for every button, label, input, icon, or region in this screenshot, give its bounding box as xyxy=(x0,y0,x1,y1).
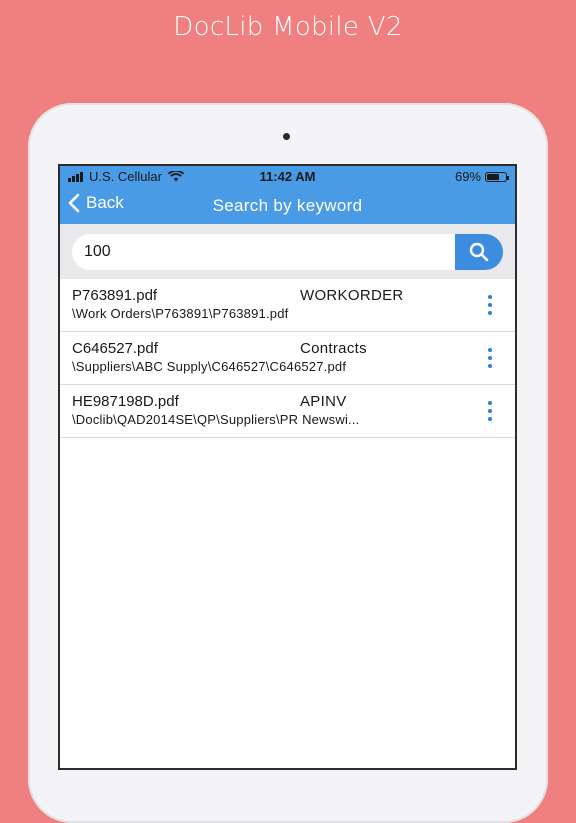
file-path: \Suppliers\ABC Supply\C646527\C646527.pd… xyxy=(72,359,347,374)
nav-bar: Back Search by keyword xyxy=(60,188,515,224)
status-time: 11:42 AM xyxy=(259,169,316,184)
battery-level xyxy=(487,173,500,180)
file-path: \Doclib\QAD2014SE\QP\Suppliers\PR Newswi… xyxy=(72,412,360,427)
battery-icon xyxy=(485,171,509,182)
more-vertical-icon[interactable] xyxy=(485,295,495,315)
file-name: P763891.pdf xyxy=(72,287,158,304)
search-icon xyxy=(469,242,489,262)
search-input[interactable] xyxy=(72,234,472,270)
app-screen: U.S. Cellular 11:42 AM 69% Back Search b… xyxy=(60,166,515,768)
promo-title: DocLib Mobile V2 xyxy=(173,12,403,42)
results-list: P763891.pdf WORKORDER \Work Orders\P7638… xyxy=(60,279,515,438)
status-bar: U.S. Cellular 11:42 AM 69% xyxy=(60,166,515,188)
file-name: C646527.pdf xyxy=(72,340,158,357)
more-vertical-icon[interactable] xyxy=(485,348,495,368)
file-name: HE987198D.pdf xyxy=(72,393,179,410)
app-header: U.S. Cellular 11:42 AM 69% Back Search b… xyxy=(60,166,515,224)
page-title: Search by keyword xyxy=(212,196,363,215)
search-button[interactable] xyxy=(455,234,503,270)
doc-type: APINV xyxy=(300,393,347,410)
status-right: 69% xyxy=(454,169,509,184)
search-bar xyxy=(60,224,515,279)
more-vertical-icon[interactable] xyxy=(485,401,495,421)
doc-type: WORKORDER xyxy=(300,287,404,304)
doc-type: Contracts xyxy=(300,340,367,357)
file-path: \Work Orders\P763891\P763891.pdf xyxy=(72,306,289,321)
camera-dot xyxy=(283,133,290,140)
battery-percent: 69% xyxy=(454,169,481,184)
list-item[interactable]: C646527.pdf Contracts \Suppliers\ABC Sup… xyxy=(60,332,515,385)
list-item[interactable]: HE987198D.pdf APINV \Doclib\QAD2014SE\QP… xyxy=(60,385,515,438)
list-item[interactable]: P763891.pdf WORKORDER \Work Orders\P7638… xyxy=(60,279,515,332)
